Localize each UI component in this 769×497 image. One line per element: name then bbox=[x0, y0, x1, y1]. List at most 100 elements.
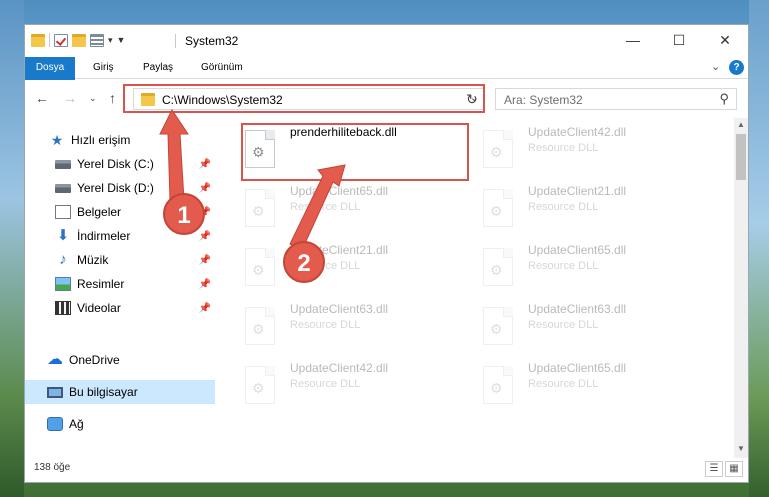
dll-file-icon: ⚙ bbox=[245, 366, 275, 404]
sidebar-item-label: Hızlı erişim bbox=[71, 133, 131, 147]
search-icon[interactable]: ⚲ bbox=[719, 91, 729, 107]
music-icon: ♪ bbox=[59, 251, 67, 268]
file-name: UpdateClient65.dll bbox=[528, 243, 627, 257]
gear-icon: ⚙ bbox=[490, 144, 503, 160]
minimize-button[interactable]: — bbox=[610, 25, 656, 55]
sidebar-item-music[interactable]: ♪ Müzik 📌 bbox=[25, 248, 215, 272]
pin-icon: 📌 bbox=[198, 182, 211, 194]
dll-file-icon: ⚙ bbox=[245, 307, 275, 345]
search-box[interactable]: Ara: System32 ⚲ bbox=[495, 88, 737, 110]
document-icon bbox=[55, 205, 71, 219]
customize-toolbar-icon[interactable]: ▼ bbox=[117, 35, 126, 45]
properties-check-icon[interactable] bbox=[54, 33, 68, 47]
dll-file-icon: ⚙ bbox=[483, 366, 513, 404]
sidebar-item-label: Yerel Disk (D:) bbox=[77, 181, 154, 195]
sidebar-item-videos[interactable]: Videolar 📌 bbox=[25, 296, 215, 320]
recent-locations-icon[interactable]: ⌄ bbox=[89, 93, 97, 104]
scrollbar-thumb[interactable] bbox=[736, 134, 746, 180]
chevron-down-icon[interactable]: ▾ bbox=[108, 35, 113, 46]
sidebar-item-pictures[interactable]: Resimler 📌 bbox=[25, 272, 215, 296]
download-icon: ⬇ bbox=[56, 227, 70, 244]
sidebar-item-network[interactable]: Ağ bbox=[25, 412, 215, 436]
sidebar-item-label: Yerel Disk (C:) bbox=[77, 157, 154, 171]
maximize-button[interactable]: ☐ bbox=[656, 25, 702, 55]
gear-icon: ⚙ bbox=[490, 380, 503, 396]
onedrive-icon: ☁ bbox=[47, 351, 63, 368]
file-item[interactable]: ⚙ UpdateClient65.dll Resource DLL bbox=[480, 240, 705, 292]
help-icon[interactable]: ? bbox=[729, 60, 744, 75]
search-input[interactable]: Ara: System32 bbox=[504, 93, 583, 107]
large-icons-view-icon[interactable]: ▦ bbox=[725, 461, 743, 477]
file-name: UpdateClient42.dll bbox=[290, 361, 389, 375]
file-name: UpdateClient65.dll bbox=[528, 361, 627, 375]
dll-file-icon: ⚙ bbox=[483, 189, 513, 227]
file-type: Resource DLL bbox=[528, 319, 599, 331]
sidebar-item-label: OneDrive bbox=[69, 353, 120, 367]
dll-file-icon: ⚙ bbox=[483, 248, 513, 286]
sidebar-item-label: Videolar bbox=[77, 301, 121, 315]
disk-icon bbox=[55, 183, 71, 193]
gear-icon: ⚙ bbox=[252, 321, 265, 337]
file-item[interactable]: ⚙ UpdateClient42.dll Resource DLL bbox=[480, 122, 705, 174]
pin-icon: 📌 bbox=[198, 254, 211, 266]
file-item[interactable]: ⚙ UpdateClient65.dll Resource DLL bbox=[242, 181, 467, 233]
tab-share[interactable]: Paylaş bbox=[133, 57, 183, 79]
close-button[interactable]: ✕ bbox=[702, 25, 748, 55]
sidebar-item-quick-access[interactable]: ★ Hızlı erişim bbox=[25, 128, 215, 152]
scroll-down-icon[interactable]: ▼ bbox=[737, 444, 745, 453]
file-type: Resource DLL bbox=[528, 260, 599, 272]
sidebar-item-label: Bu bilgisayar bbox=[69, 385, 138, 399]
item-count: 138 öğe bbox=[34, 462, 71, 473]
file-highlight-box bbox=[241, 123, 469, 181]
details-view-icon[interactable]: ☰ bbox=[705, 461, 723, 477]
dll-file-icon: ⚙ bbox=[483, 130, 513, 168]
explorer-window: ▾ ▼ System32 — ☐ ✕ Dosya Giriş Paylaş Gö… bbox=[24, 24, 749, 483]
pin-icon: 📌 bbox=[198, 278, 211, 290]
caption-buttons: — ☐ ✕ bbox=[610, 25, 748, 55]
title-bar: ▾ ▼ System32 — ☐ ✕ bbox=[25, 25, 748, 57]
up-arrow-icon[interactable]: ↑ bbox=[109, 90, 116, 106]
sidebar-item-label: Resimler bbox=[77, 277, 125, 291]
sidebar-item-disk-c[interactable]: Yerel Disk (C:) 📌 bbox=[25, 152, 215, 176]
gear-icon: ⚙ bbox=[490, 203, 503, 219]
pin-icon: 📌 bbox=[198, 230, 211, 242]
file-name: UpdateClient21.dll bbox=[528, 184, 627, 198]
new-folder-icon[interactable] bbox=[72, 33, 86, 47]
tab-home[interactable]: Giriş bbox=[83, 57, 124, 79]
gear-icon: ⚙ bbox=[252, 380, 265, 396]
pin-icon: 📌 bbox=[198, 302, 211, 314]
videos-icon bbox=[55, 301, 71, 315]
file-item[interactable]: ⚙ UpdateClient63.dll Resource DLL bbox=[242, 299, 467, 351]
file-type: Resource DLL bbox=[290, 378, 361, 390]
file-type: Resource DLL bbox=[290, 201, 361, 213]
file-item[interactable]: ⚙ UpdateClient63.dll Resource DLL bbox=[480, 299, 705, 351]
quick-access-toolbar: ▾ ▼ bbox=[31, 33, 125, 47]
network-icon bbox=[47, 417, 63, 431]
file-name: UpdateClient65.dll bbox=[290, 184, 389, 198]
properties-icon[interactable] bbox=[90, 33, 104, 47]
sidebar-item-this-pc[interactable]: Bu bilgisayar bbox=[25, 380, 215, 404]
computer-icon bbox=[47, 386, 63, 398]
sidebar-item-onedrive[interactable]: ☁ OneDrive bbox=[25, 348, 215, 372]
tab-view[interactable]: Görünüm bbox=[191, 57, 253, 79]
file-item[interactable]: ⚙ UpdateClient65.dll Resource DLL bbox=[480, 358, 705, 410]
divider bbox=[175, 34, 176, 48]
file-item[interactable]: ⚙ UpdateClient21.dll Resource DLL bbox=[242, 240, 467, 292]
sidebar-item-label: Ağ bbox=[69, 417, 84, 431]
dll-file-icon: ⚙ bbox=[245, 189, 275, 227]
vertical-scrollbar[interactable]: ▲ ▼ bbox=[734, 118, 748, 458]
forward-arrow-icon[interactable]: → bbox=[63, 90, 77, 106]
pictures-icon bbox=[55, 277, 71, 291]
file-name: UpdateClient42.dll bbox=[528, 125, 627, 139]
file-item[interactable]: ⚙ UpdateClient21.dll Resource DLL bbox=[480, 181, 705, 233]
file-type: Resource DLL bbox=[528, 378, 599, 390]
star-icon: ★ bbox=[50, 132, 64, 148]
expand-ribbon-icon[interactable]: ⌄ bbox=[711, 60, 720, 73]
scroll-up-icon[interactable]: ▲ bbox=[737, 120, 745, 129]
pin-icon: 📌 bbox=[198, 158, 211, 170]
back-arrow-icon[interactable]: ← bbox=[35, 90, 49, 106]
desktop-background-right bbox=[749, 0, 769, 497]
file-item[interactable]: ⚙ UpdateClient42.dll Resource DLL bbox=[242, 358, 467, 410]
gear-icon: ⚙ bbox=[252, 203, 265, 219]
folder-icon bbox=[31, 33, 45, 47]
